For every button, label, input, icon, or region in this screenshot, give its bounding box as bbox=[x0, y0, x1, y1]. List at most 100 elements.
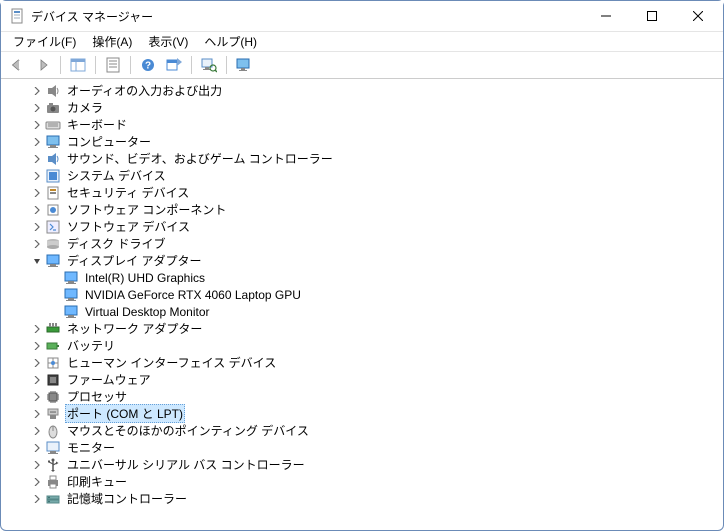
tree-node[interactable]: ディスク ドライブ bbox=[1, 235, 723, 252]
tree-node-label: キーボード bbox=[65, 116, 129, 133]
menu-action[interactable]: 操作(A) bbox=[84, 31, 140, 52]
tree-node[interactable]: ヒューマン インターフェイス デバイス bbox=[1, 354, 723, 371]
menubar: ファイル(F) 操作(A) 表示(V) ヘルプ(H) bbox=[1, 31, 723, 51]
swdev-icon bbox=[45, 219, 61, 235]
tree-node[interactable]: NVIDIA GeForce RTX 4060 Laptop GPU bbox=[1, 286, 723, 303]
expand-icon[interactable] bbox=[29, 202, 45, 218]
expander-placeholder bbox=[47, 270, 63, 286]
tree-node[interactable]: モニター bbox=[1, 439, 723, 456]
tree-node-label: Intel(R) UHD Graphics bbox=[83, 271, 207, 285]
expand-icon[interactable] bbox=[29, 355, 45, 371]
tree-node-label: ディスプレイ アダプター bbox=[65, 252, 204, 269]
expand-icon[interactable] bbox=[29, 151, 45, 167]
window-title: デバイス マネージャー bbox=[31, 8, 583, 25]
maximize-button[interactable] bbox=[629, 1, 675, 31]
tree-node[interactable]: コンピューター bbox=[1, 133, 723, 150]
tree-node[interactable]: ソフトウェア コンポーネント bbox=[1, 201, 723, 218]
expand-icon[interactable] bbox=[29, 457, 45, 473]
tree-node[interactable]: Virtual Desktop Monitor bbox=[1, 303, 723, 320]
menu-file[interactable]: ファイル(F) bbox=[5, 31, 84, 52]
hid-icon bbox=[45, 355, 61, 371]
tree-node-label: ソフトウェア デバイス bbox=[65, 218, 192, 235]
properties-button[interactable] bbox=[101, 54, 125, 76]
tree-node[interactable]: ポート (COM と LPT) bbox=[1, 405, 723, 422]
tree-node[interactable]: ファームウェア bbox=[1, 371, 723, 388]
keyboard-icon bbox=[45, 117, 61, 133]
expand-icon[interactable] bbox=[29, 338, 45, 354]
expand-icon[interactable] bbox=[29, 491, 45, 507]
titlebar: デバイス マネージャー bbox=[1, 1, 723, 31]
toolbar-separator bbox=[226, 56, 227, 74]
port-icon bbox=[45, 406, 61, 422]
printer-icon bbox=[45, 474, 61, 490]
tree-node[interactable]: カメラ bbox=[1, 99, 723, 116]
tree-node[interactable]: ネットワーク アダプター bbox=[1, 320, 723, 337]
display-icon bbox=[63, 270, 79, 286]
swcomp-icon bbox=[45, 202, 61, 218]
collapse-icon[interactable] bbox=[29, 253, 45, 269]
tree-node-label: NVIDIA GeForce RTX 4060 Laptop GPU bbox=[83, 288, 303, 302]
minimize-button[interactable] bbox=[583, 1, 629, 31]
expand-icon[interactable] bbox=[29, 219, 45, 235]
expand-icon[interactable] bbox=[29, 117, 45, 133]
tree-node-label: セキュリティ デバイス bbox=[65, 184, 191, 201]
tree-node[interactable]: バッテリ bbox=[1, 337, 723, 354]
tree-node-label: バッテリ bbox=[65, 337, 117, 354]
add-legacy-hardware-button[interactable] bbox=[232, 54, 256, 76]
tree-node[interactable]: ユニバーサル シリアル バス コントローラー bbox=[1, 456, 723, 473]
tree-node-label: プロセッサ bbox=[65, 388, 129, 405]
expand-icon[interactable] bbox=[29, 134, 45, 150]
display-icon bbox=[63, 287, 79, 303]
device-tree[interactable]: オーディオの入力および出力カメラキーボードコンピューターサウンド、ビデオ、および… bbox=[1, 79, 723, 530]
tree-node[interactable]: オーディオの入力および出力 bbox=[1, 82, 723, 99]
tree-node[interactable]: サウンド、ビデオ、およびゲーム コントローラー bbox=[1, 150, 723, 167]
expander-placeholder bbox=[47, 304, 63, 320]
camera-icon bbox=[45, 100, 61, 116]
expand-icon[interactable] bbox=[29, 440, 45, 456]
toolbar-separator bbox=[95, 56, 96, 74]
tree-node[interactable]: 印刷キュー bbox=[1, 473, 723, 490]
expand-icon[interactable] bbox=[29, 372, 45, 388]
tree-node-label: 記憶域コントローラー bbox=[65, 490, 189, 507]
tree-node[interactable]: 記憶域コントローラー bbox=[1, 490, 723, 507]
expand-icon[interactable] bbox=[29, 474, 45, 490]
network-icon bbox=[45, 321, 61, 337]
expand-icon[interactable] bbox=[29, 100, 45, 116]
tree-node-label: マウスとそのほかのポインティング デバイス bbox=[65, 422, 311, 439]
expand-icon[interactable] bbox=[29, 185, 45, 201]
expand-icon[interactable] bbox=[29, 83, 45, 99]
tree-node-label: コンピューター bbox=[65, 133, 153, 150]
expand-icon[interactable] bbox=[29, 389, 45, 405]
expand-icon[interactable] bbox=[29, 168, 45, 184]
help-button[interactable]: ? bbox=[136, 54, 160, 76]
scan-hardware-button[interactable] bbox=[197, 54, 221, 76]
forward-button[interactable] bbox=[31, 54, 55, 76]
tree-node[interactable]: システム デバイス bbox=[1, 167, 723, 184]
tree-node[interactable]: キーボード bbox=[1, 116, 723, 133]
sound-icon bbox=[45, 151, 61, 167]
tree-node-label: 印刷キュー bbox=[65, 473, 129, 490]
close-button[interactable] bbox=[675, 1, 721, 31]
show-hide-console-tree-button[interactable] bbox=[66, 54, 90, 76]
tree-node[interactable]: プロセッサ bbox=[1, 388, 723, 405]
firmware-icon bbox=[45, 372, 61, 388]
speaker-icon bbox=[45, 83, 61, 99]
tree-node-label: ファームウェア bbox=[65, 371, 153, 388]
menu-view[interactable]: 表示(V) bbox=[140, 31, 196, 52]
tree-node[interactable]: ソフトウェア デバイス bbox=[1, 218, 723, 235]
tree-node-label: ディスク ドライブ bbox=[65, 235, 168, 252]
tree-node[interactable]: Intel(R) UHD Graphics bbox=[1, 269, 723, 286]
toolbar-separator bbox=[130, 56, 131, 74]
action-button[interactable] bbox=[162, 54, 186, 76]
toolbar-separator bbox=[191, 56, 192, 74]
expand-icon[interactable] bbox=[29, 321, 45, 337]
tree-node[interactable]: マウスとそのほかのポインティング デバイス bbox=[1, 422, 723, 439]
expand-icon[interactable] bbox=[29, 406, 45, 422]
tree-node[interactable]: ディスプレイ アダプター bbox=[1, 252, 723, 269]
back-button[interactable] bbox=[5, 54, 29, 76]
tree-node[interactable]: セキュリティ デバイス bbox=[1, 184, 723, 201]
menu-help[interactable]: ヘルプ(H) bbox=[196, 31, 265, 52]
expand-icon[interactable] bbox=[29, 423, 45, 439]
expand-icon[interactable] bbox=[29, 236, 45, 252]
toolbar: ? bbox=[1, 51, 723, 79]
